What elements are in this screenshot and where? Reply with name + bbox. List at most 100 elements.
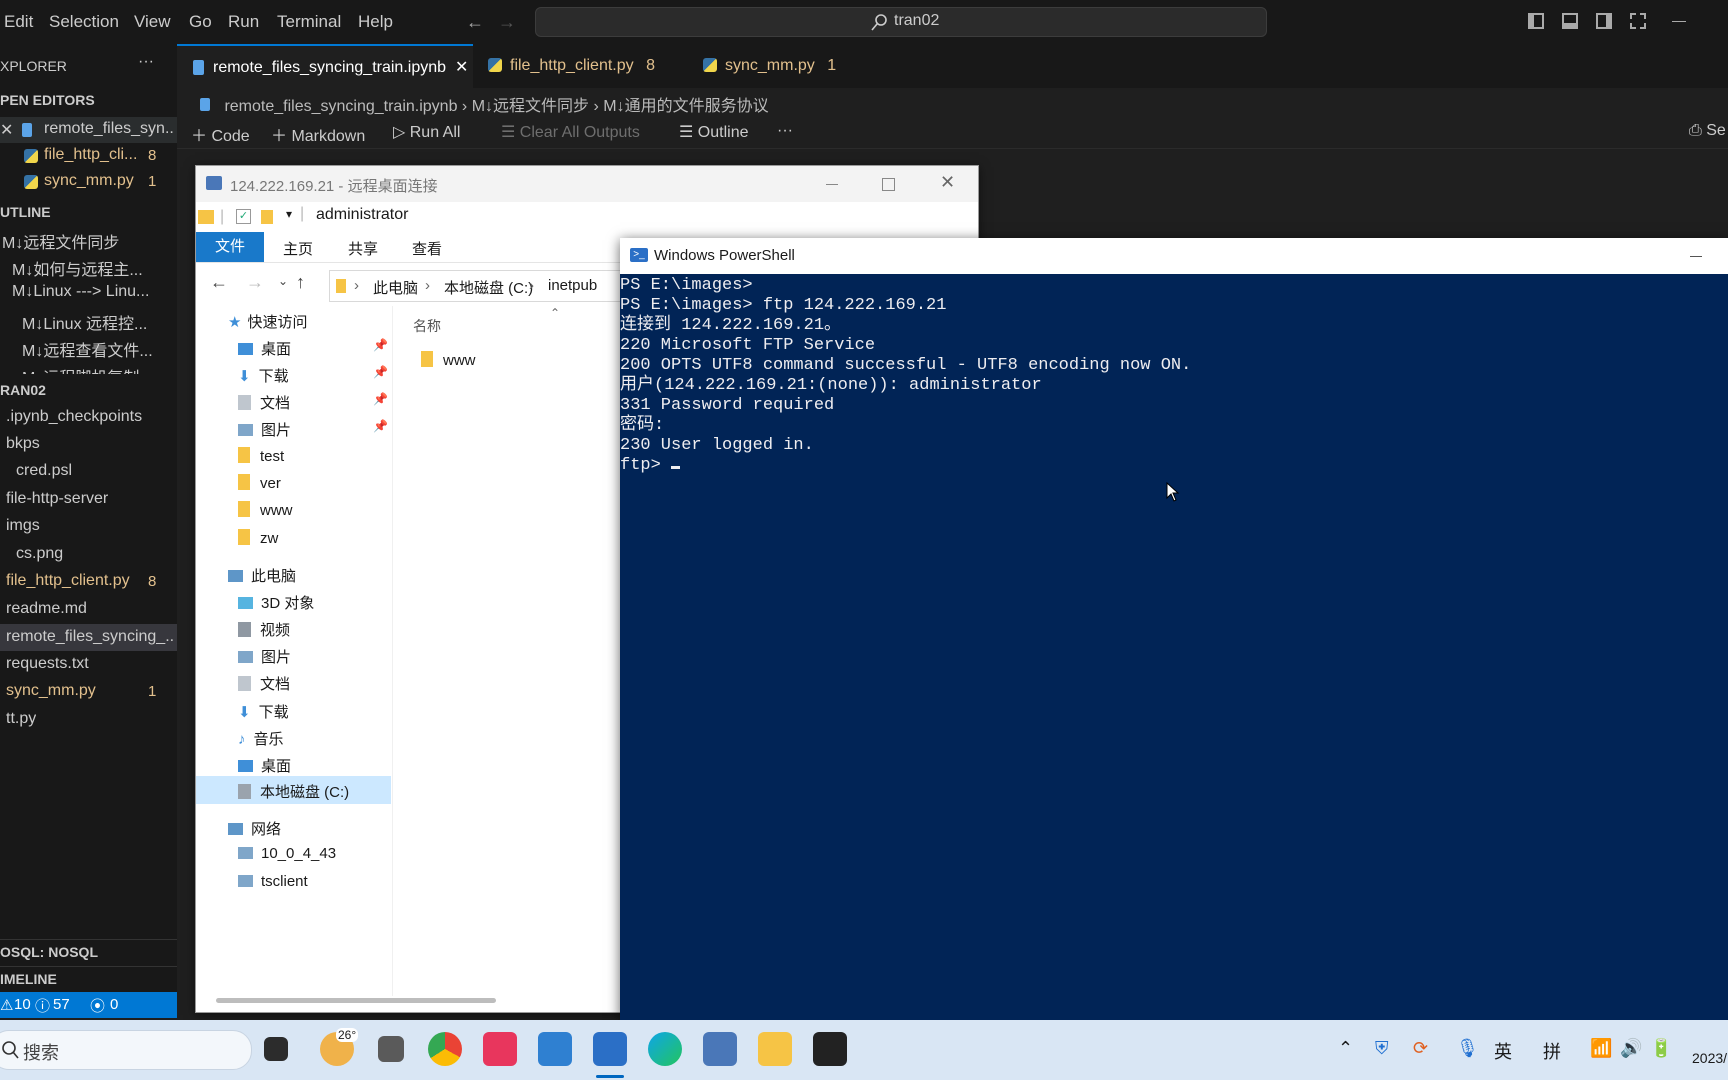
open-editor-item[interactable]: sync_mm.py 1 (0, 169, 177, 195)
file-item[interactable]: requests.txt (6, 655, 89, 673)
command-center-search[interactable]: tran02 (535, 7, 1267, 37)
breadcrumb-item[interactable]: M↓远程文件同步 (472, 98, 589, 115)
nav-item[interactable]: test (238, 447, 284, 465)
wifi-icon[interactable]: 📶 (1590, 1038, 1612, 1059)
ribbon-tab-file[interactable]: 文件 (196, 232, 264, 262)
file-list-item[interactable]: www (421, 351, 476, 369)
outline-item[interactable]: M↓远程脚机复制... (22, 364, 172, 374)
ribbon-tab-home[interactable]: 主页 (283, 238, 313, 259)
powershell-taskbar-icon[interactable] (593, 1032, 627, 1066)
nav-item[interactable]: 桌面 (238, 755, 291, 776)
nav-item[interactable]: 图片 (238, 419, 291, 440)
more-actions-icon[interactable]: ··· (138, 53, 154, 71)
maximize-icon[interactable] (882, 178, 895, 191)
recent-locations-icon[interactable]: ⌄ (278, 274, 288, 288)
warning-count[interactable]: 10 (14, 996, 31, 1013)
minimize-icon[interactable] (1672, 21, 1686, 22)
nav-item[interactable]: zw (238, 529, 278, 547)
close-icon[interactable]: ✕ (0, 120, 13, 140)
taskbar-search[interactable]: 搜索 (0, 1030, 252, 1070)
nosql-header[interactable]: OSQL: NOSQL (0, 944, 98, 960)
outline-item[interactable]: M↓如何与远程主... (12, 256, 172, 280)
file-item[interactable]: readme.md (6, 600, 87, 618)
address-segment[interactable]: 本地磁盘 (C:) (444, 277, 533, 298)
address-segment[interactable]: inetpub (548, 277, 597, 294)
add-code-button[interactable]: ＋ Code (191, 122, 250, 146)
back-arrow-icon[interactable]: ← (466, 12, 484, 33)
forward-arrow-icon[interactable]: → (498, 12, 516, 33)
outline-item[interactable]: M↓Linux ---> Linu... (12, 283, 172, 301)
nav-quick-access[interactable]: ★ 快速访问 (228, 311, 307, 332)
menu-terminal[interactable]: Terminal (277, 12, 341, 32)
nav-item-selected[interactable]: 本地磁盘 (C:) (196, 776, 391, 804)
nav-item[interactable]: 图片 (238, 646, 291, 667)
chrome-icon[interactable] (428, 1032, 462, 1066)
forward-arrow-icon[interactable]: → (246, 272, 264, 293)
menu-help[interactable]: Help (358, 12, 393, 32)
app-icon[interactable] (813, 1032, 847, 1066)
horizontal-scrollbar[interactable] (216, 998, 496, 1003)
nav-item[interactable]: ver (238, 474, 281, 492)
nav-item[interactable]: www (238, 501, 293, 519)
info-count[interactable]: 57 (53, 996, 70, 1013)
task-view-icon[interactable] (264, 1037, 288, 1061)
open-editor-item-active[interactable]: ✕ remote_files_syn... (0, 117, 177, 143)
nav-item[interactable]: 桌面 (238, 338, 291, 359)
clock-date[interactable]: 2023/ (1692, 1050, 1727, 1066)
outline-item[interactable]: M↓Linux 远程控... (22, 310, 172, 334)
nav-item[interactable]: 文档 (238, 392, 290, 413)
ime-mode[interactable]: 拼 (1543, 1038, 1561, 1064)
vscode-icon[interactable] (538, 1032, 572, 1066)
file-explorer-icon[interactable] (758, 1032, 792, 1066)
ime-language[interactable]: 英 (1494, 1038, 1512, 1064)
file-item[interactable]: cs.png (16, 545, 63, 563)
sync-icon[interactable]: ⟳ (1413, 1038, 1428, 1059)
edge-icon[interactable] (648, 1032, 682, 1066)
file-item[interactable]: .ipynb_checkpoints (6, 408, 142, 426)
minimize-icon[interactable] (826, 184, 838, 185)
timeline-header[interactable]: IMELINE (0, 971, 57, 987)
customize-layout-icon[interactable] (1630, 13, 1646, 29)
outline-button[interactable]: ☰ Outline (679, 122, 749, 142)
battery-icon[interactable]: 🔋 (1650, 1038, 1672, 1059)
address-segment[interactable]: 此电脑 (373, 277, 418, 298)
outline-header[interactable]: UTLINE (0, 204, 51, 220)
nav-network[interactable]: 网络 (228, 818, 281, 839)
clear-outputs-button[interactable]: ☰ Clear All Outputs (501, 122, 640, 142)
menu-go[interactable]: Go (189, 12, 212, 32)
file-item[interactable]: bkps (6, 435, 40, 453)
properties-icon[interactable]: ✓ (236, 209, 251, 224)
file-item[interactable]: file-http-server (6, 490, 108, 508)
toggle-sidebar-icon[interactable] (1528, 13, 1544, 29)
file-item[interactable]: tt.py (6, 710, 36, 728)
microphone-icon[interactable]: 🎙 (1456, 1038, 1479, 1059)
folder-header[interactable]: RAN02 (0, 382, 46, 398)
outline-item[interactable]: M↓远程查看文件... (22, 337, 172, 361)
nav-item[interactable]: ⬇ 下载 (238, 365, 289, 386)
breadcrumb-item[interactable]: remote_files_syncing_train.ipynb (224, 98, 457, 115)
tab-close-icon[interactable]: ✕ (455, 46, 468, 90)
add-markdown-button[interactable]: ＋ Markdown (271, 122, 365, 146)
nav-item[interactable]: 视频 (238, 619, 290, 640)
shield-icon[interactable]: ⛨ (1375, 1038, 1389, 1059)
new-folder-icon[interactable] (261, 210, 273, 224)
file-item[interactable]: file_http_client.py (6, 572, 130, 590)
nav-item[interactable]: 10_0_4_43 (238, 845, 336, 862)
customize-quick-access-icon[interactable]: ▾ (286, 207, 292, 221)
nav-item[interactable]: ⬇ 下载 (238, 701, 289, 722)
close-icon[interactable]: ✕ (940, 172, 955, 193)
column-header-name[interactable]: 名称 (413, 316, 441, 336)
toggle-panel-icon[interactable] (1562, 13, 1578, 29)
menu-view[interactable]: View (134, 12, 171, 32)
menu-edit[interactable]: Edit (4, 12, 33, 32)
terminal-output[interactable]: PS E:\images> PS E:\images> ftp 124.222.… (620, 276, 1720, 476)
ribbon-tab-share[interactable]: 共享 (348, 238, 378, 259)
nav-item[interactable]: tsclient (238, 873, 308, 890)
file-item-selected[interactable]: remote_files_syncing_... (0, 624, 177, 651)
ports-count[interactable]: 0 (110, 996, 118, 1013)
run-all-button[interactable]: ▷ Run All (393, 122, 460, 142)
chevron-up-icon[interactable]: ⌃ (1338, 1038, 1353, 1059)
ribbon-tab-view[interactable]: 查看 (412, 238, 442, 259)
minimize-icon[interactable] (1690, 256, 1702, 257)
more-toolbar-button[interactable]: ··· (777, 122, 793, 140)
